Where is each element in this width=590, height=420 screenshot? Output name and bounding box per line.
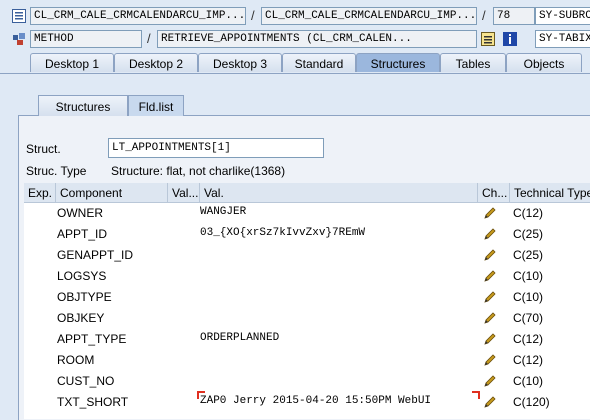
tab-desktop-1[interactable]: Desktop 1 [30,53,114,72]
tab-standard[interactable]: Standard [282,53,356,72]
tab-objects[interactable]: Objects [506,53,582,72]
edit-bracket-right [472,391,480,399]
pencil-icon[interactable] [482,205,498,224]
table-row[interactable]: APPT_TYPE ORDERPLANNED C(12) [24,329,590,350]
technical-type-cell: C(12) [513,206,544,220]
separator: / [251,8,255,23]
main-tab-strip: Desktop 1 Desktop 2 Desktop 3 Standard S… [0,51,590,74]
technical-type-cell: C(12) [513,332,544,346]
pencil-icon[interactable] [482,331,498,350]
component-cell: OWNER [57,206,103,220]
info-icon[interactable] [503,32,517,46]
component-cell: OBJKEY [57,311,105,325]
technical-type-cell: C(25) [513,227,544,241]
column-header-val-short[interactable]: Val... [168,183,200,203]
pencil-icon[interactable] [482,394,498,413]
toolbar-row-2: METHOD / RETRIEVE_APPOINTMENTS (CL_CRM_C… [0,29,590,49]
struct-type-label: Struc. Type [26,164,87,178]
column-header-change[interactable]: Ch... [478,183,510,203]
pencil-icon[interactable] [482,289,498,308]
include-field[interactable]: CL_CRM_CALE_CRMCALENDARCU_IMP... [261,7,477,25]
table-row[interactable]: TXT_SHORT ZAP0 Jerry 2015-04-20 15:50PM W… [24,391,590,413]
tab-tables[interactable]: Tables [440,53,506,72]
event-field[interactable]: RETRIEVE_APPOINTMENTS (CL_CRM_CALEN... [157,30,477,48]
subtab-structures[interactable]: Structures [38,95,128,116]
struct-type-value: Structure: flat, not charlike(1368) [111,164,286,178]
table-row[interactable]: OBJKEY C(70) [24,308,590,329]
value-cell[interactable]: ZAP0 Jerry 2015-04-20 15:50PM WebUI [200,395,470,407]
technical-type-cell: C(10) [513,374,544,388]
struct-input[interactable]: LT_APPOINTMENTS[1] [108,138,324,158]
tab-desktop-2[interactable]: Desktop 2 [114,53,198,72]
pencil-icon[interactable] [482,247,498,266]
technical-type-cell: C(10) [513,290,544,304]
component-cell: TXT_SHORT [57,395,129,409]
technical-type-cell: C(25) [513,248,544,262]
pencil-icon[interactable] [482,352,498,371]
component-cell: OBJTYPE [57,290,112,304]
separator: / [147,31,151,46]
component-cell: CUST_NO [57,374,115,388]
component-cell: LOGSYS [57,269,107,283]
technical-type-cell: C(12) [513,353,544,367]
column-header-exp[interactable]: Exp. [24,183,56,203]
structure-icon[interactable] [481,32,495,46]
table-row[interactable]: LOGSYS C(10) [24,266,590,287]
pencil-icon[interactable] [482,373,498,392]
list-icon[interactable] [12,9,26,23]
toolbar-row-1: CL_CRM_CALE_CRMCALENDARCU_IMP... / CL_CR… [0,6,590,26]
component-cell: APPT_ID [57,227,108,241]
pencil-icon[interactable] [482,226,498,245]
edit-bracket-left [197,391,205,399]
table-row[interactable]: OBJTYPE C(10) [24,287,590,308]
field-list-table: Exp. Component Val... Val. Ch... Technic… [24,183,590,419]
table-row[interactable]: OWNER WANGJER C(12) [24,203,590,224]
component-cell: ROOM [57,353,95,367]
table-row[interactable]: ROOM C(12) [24,350,590,371]
sysvar-field-2[interactable]: SY-TABIX [535,30,590,48]
column-header-technical-type[interactable]: Technical Type [510,183,590,203]
technical-type-cell: C(10) [513,269,544,283]
technical-type-cell: C(70) [513,311,544,325]
tab-structures[interactable]: Structures [356,53,440,72]
value-cell[interactable]: WANGJER [200,206,470,218]
value-cell[interactable]: 03_{XO{xrSz7kIvvZxv}7REmW [200,227,470,239]
table-row[interactable]: GENAPPT_ID C(25) [24,245,590,266]
column-header-component[interactable]: Component [56,183,168,203]
column-header-value[interactable]: Val. [200,183,478,203]
sysvar-field-1[interactable]: SY-SUBRC [535,7,590,25]
struct-label: Struct. [26,142,61,156]
program-field[interactable]: CL_CRM_CALE_CRMCALENDARCU_IMP... [30,7,246,25]
pencil-icon[interactable] [482,268,498,287]
table-row[interactable]: APPT_ID 03_{XO{xrSz7kIvvZxv}7REmW C(25) [24,224,590,245]
method-icon[interactable] [12,32,26,46]
separator: / [482,8,486,23]
line-number-field[interactable]: 78 [493,7,535,25]
table-row[interactable]: CUST_NO C(10) [24,371,590,392]
tab-desktop-3[interactable]: Desktop 3 [198,53,282,72]
technical-type-cell: C(120) [513,395,550,409]
component-cell: APPT_TYPE [57,332,127,346]
event-type-field[interactable]: METHOD [30,30,142,48]
value-cell[interactable]: ORDERPLANNED [200,332,470,344]
subtab-field-list[interactable]: Fld.list [128,95,184,116]
pencil-icon[interactable] [482,310,498,329]
component-cell: GENAPPT_ID [57,248,134,262]
